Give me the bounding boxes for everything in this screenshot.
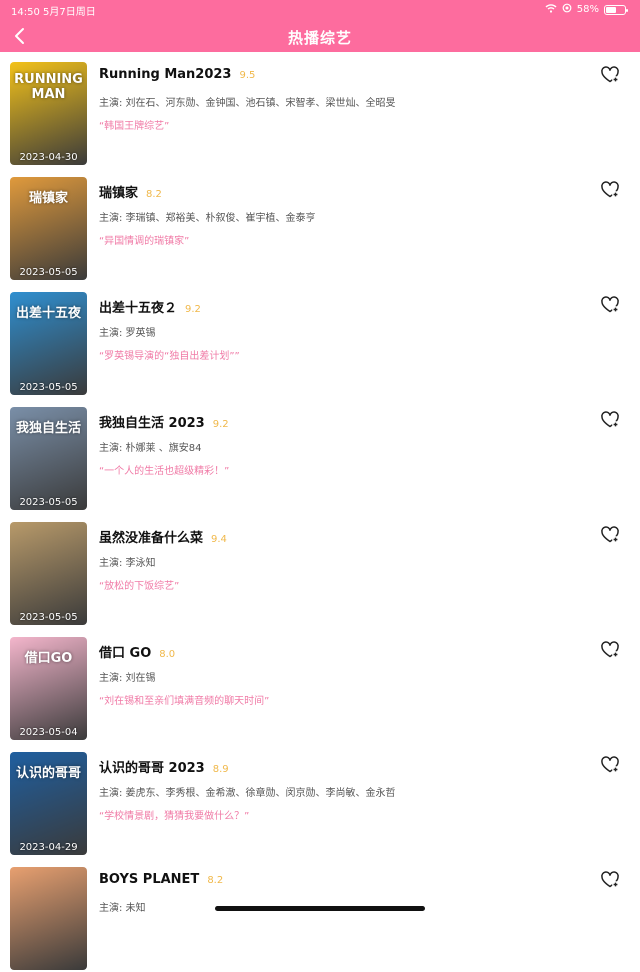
list-item[interactable]: BOYS PLANET 8.2 主演: 未知	[0, 857, 640, 972]
show-title[interactable]: 出差十五夜２	[99, 297, 177, 316]
release-date: 2023-05-05	[19, 382, 78, 393]
cast-text: 主演: 姜虎东、李秀根、金希澈、徐章勋、闵京勋、李尚敏、金永哲	[99, 788, 396, 799]
status-time-date: 14:50 5月7日周日	[11, 7, 96, 18]
title-row: 我独自生活 2023 9.2	[99, 412, 229, 431]
title-row: 虽然没准备什么菜 9.4	[99, 527, 227, 546]
location-icon	[562, 3, 572, 16]
poster-image[interactable]: RUNNING MAN 2023-04-30	[10, 62, 87, 165]
favorite-heart-icon[interactable]	[600, 180, 620, 200]
title-row: 出差十五夜２ 9.2	[99, 297, 201, 316]
cast-text: 主演: 未知	[99, 903, 146, 914]
list-item[interactable]: RUNNING MAN 2023-04-30 Running Man2023 9…	[0, 52, 640, 167]
release-date: 2023-05-04	[19, 727, 78, 738]
favorite-heart-icon[interactable]	[600, 755, 620, 775]
poster-title-art: 瑞镇家	[28, 191, 68, 206]
title-row: 认识的哥哥 2023 8.9	[99, 757, 229, 776]
cast-text: 主演: 朴娜莱 、旗安84	[99, 443, 202, 454]
poster-title-art: 借口GO	[24, 651, 73, 666]
favorite-heart-icon[interactable]	[600, 640, 620, 660]
favorite-heart-icon[interactable]	[600, 525, 620, 545]
show-title[interactable]: BOYS PLANET	[99, 872, 199, 887]
poster-image[interactable]: 瑞镇家 2023-05-05	[10, 177, 87, 280]
release-date: 2023-05-05	[19, 267, 78, 278]
tagline-text: “异国情调的瑞镇家”	[99, 236, 190, 247]
title-row: Running Man2023 9.5	[99, 67, 255, 82]
show-title[interactable]: Running Man2023	[99, 67, 231, 82]
tagline-text: “罗英锡导演的“独自出差计划””	[99, 351, 240, 362]
variety-list: RUNNING MAN 2023-04-30 Running Man2023 9…	[0, 52, 640, 970]
page-title: 热播综艺	[287, 29, 352, 47]
favorite-heart-icon[interactable]	[600, 65, 620, 85]
list-item[interactable]: 认识的哥哥 2023-04-29 认识的哥哥 2023 8.9 主演: 姜虎东、…	[0, 742, 640, 857]
favorite-heart-icon[interactable]	[600, 410, 620, 430]
poster-image[interactable]: 我独自生活 2023-05-05	[10, 407, 87, 510]
rating-score: 9.4	[211, 534, 227, 545]
show-title[interactable]: 瑞镇家	[99, 182, 138, 201]
battery-percent: 58%	[576, 4, 599, 15]
header-bar: 14:50 5月7日周日 58% 热播综艺	[0, 0, 640, 52]
list-item[interactable]: 我独自生活 2023-05-05 我独自生活 2023 9.2 主演: 朴娜莱 …	[0, 397, 640, 512]
favorite-heart-icon[interactable]	[600, 295, 620, 315]
poster-title-art: 我独自生活	[15, 421, 81, 436]
rating-score: 9.2	[185, 304, 201, 315]
rating-score: 8.2	[146, 189, 162, 200]
wifi-icon	[545, 3, 557, 16]
battery-icon	[604, 4, 628, 15]
poster-image[interactable]: 2023-05-05	[10, 522, 87, 625]
title-row: BOYS PLANET 8.2	[99, 872, 223, 887]
cast-text: 主演: 刘在锡	[99, 673, 156, 684]
poster-title-art: 出差十五夜	[15, 306, 81, 321]
cast-text: 主演: 刘在石、河东勋、金钟国、池石镇、宋智孝、梁世灿、全昭旻	[99, 98, 396, 109]
poster-title-art: 认识的哥哥	[15, 766, 81, 781]
poster-title-art: RUNNING MAN	[14, 72, 83, 102]
release-date: 2023-05-05	[19, 612, 78, 623]
tagline-text: “放松的下饭综艺”	[99, 581, 180, 592]
rating-score: 9.2	[212, 419, 229, 430]
poster-image[interactable]: 出差十五夜 2023-05-05	[10, 292, 87, 395]
show-title[interactable]: 借口 GO	[99, 642, 151, 661]
title-row: 借口 GO 8.0	[99, 642, 175, 661]
list-item[interactable]: 借口GO 2023-05-04 借口 GO 8.0 主演: 刘在锡 “刘在锡和至…	[0, 627, 640, 742]
show-title[interactable]: 我独自生活 2023	[99, 412, 205, 431]
title-row: 瑞镇家 8.2	[99, 182, 162, 201]
cast-text: 主演: 李泳知	[99, 558, 156, 569]
list-item[interactable]: 瑞镇家 2023-05-05 瑞镇家 8.2 主演: 李瑞镇、郑裕美、朴叙俊、崔…	[0, 167, 640, 282]
tagline-text: “学校情景剧，猜猜我要做什么？”	[99, 811, 250, 822]
poster-image[interactable]	[10, 867, 87, 970]
release-date: 2023-05-05	[19, 497, 78, 508]
favorite-heart-icon[interactable]	[600, 870, 620, 890]
release-date: 2023-04-29	[19, 842, 78, 853]
rating-score: 8.0	[159, 649, 176, 660]
tagline-text: “一个人的生活也超级精彩！”	[99, 466, 230, 477]
tagline-text: “刘在锡和至亲们填满音频的聊天时间”	[99, 696, 270, 707]
rating-score: 8.9	[212, 764, 229, 775]
poster-image[interactable]: 认识的哥哥 2023-04-29	[10, 752, 87, 855]
rating-score: 9.5	[239, 70, 256, 81]
show-title[interactable]: 认识的哥哥 2023	[99, 757, 205, 776]
rating-score: 8.2	[207, 875, 224, 886]
show-title[interactable]: 虽然没准备什么菜	[99, 527, 203, 546]
cast-text: 主演: 罗英锡	[99, 328, 156, 339]
home-indicator[interactable]	[215, 906, 425, 911]
status-indicators: 58%	[545, 3, 628, 16]
tagline-text: “韩国王牌综艺”	[99, 121, 170, 132]
list-item[interactable]: 2023-05-05 虽然没准备什么菜 9.4 主演: 李泳知 “放松的下饭综艺…	[0, 512, 640, 627]
status-bar: 14:50 5月7日周日 58%	[11, 3, 628, 18]
poster-image[interactable]: 借口GO 2023-05-04	[10, 637, 87, 740]
cast-text: 主演: 李瑞镇、郑裕美、朴叙俊、崔宇植、金泰亨	[99, 213, 316, 224]
list-item[interactable]: 出差十五夜 2023-05-05 出差十五夜２ 9.2 主演: 罗英锡 “罗英锡…	[0, 282, 640, 397]
release-date: 2023-04-30	[19, 152, 78, 163]
